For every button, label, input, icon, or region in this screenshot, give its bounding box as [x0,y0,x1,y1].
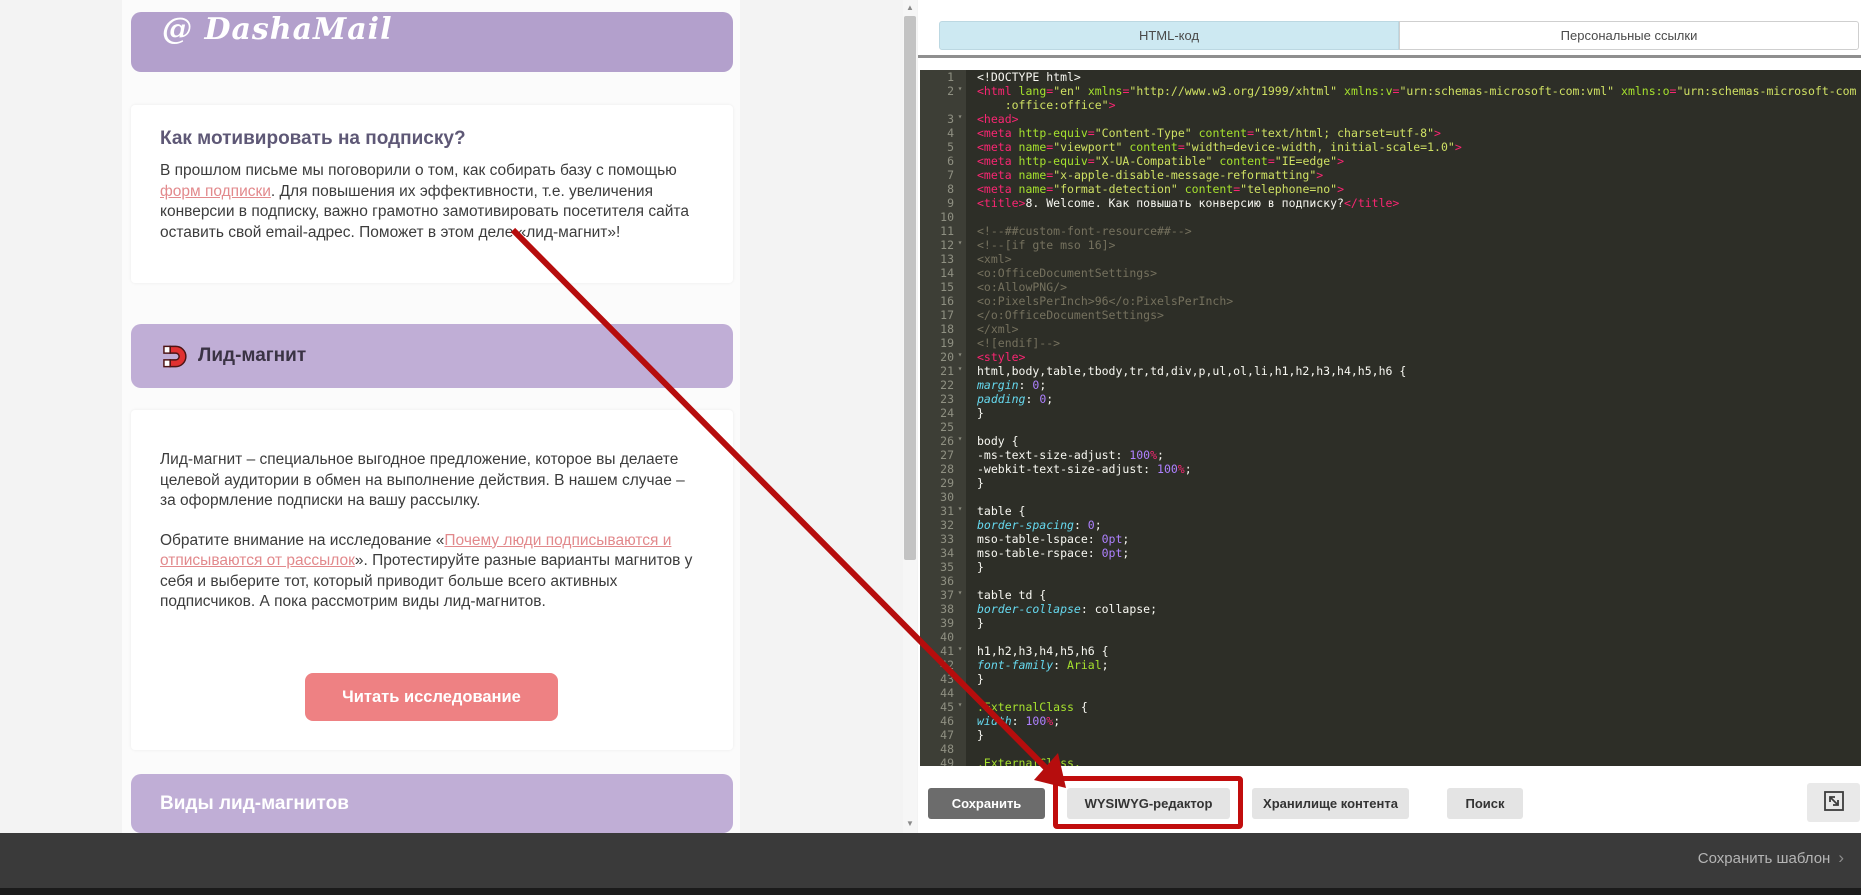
scrollbar-thumb[interactable] [904,16,916,560]
code-line: 15<o:AllowPNG/> [920,280,1861,294]
code-line: 37▾table td { [920,588,1861,602]
wysiwyg-editor-button[interactable]: WYSIWYG-редактор [1067,788,1230,819]
code-line: 4<meta http-equiv="Content-Type" content… [920,126,1861,140]
code-line: 44 [920,686,1861,700]
template-editor-window: @ DashaMail Как мотивировать на подписку… [0,0,1861,895]
code-line: 32border-spacing: 0; [920,518,1861,532]
leadmagnet-section-header: Лид-магнит [131,324,733,388]
save-template-link[interactable]: Сохранить шаблон› [1698,848,1844,868]
code-editor-pane: HTML-код Персональные ссылки 1<!DOCTYPE … [918,0,1861,833]
code-line: 38border-collapse: collapse; [920,602,1861,616]
code-line: 47} [920,728,1861,742]
email-header-block: @ DashaMail [131,12,733,72]
code-line: 34mso-table-rspace: 0pt; [920,546,1861,560]
code-line: :office:office"> [920,98,1861,112]
leadmagnet-content-card: Лид-магнит – специальное выгодное предло… [131,410,733,750]
email-intro-card: Как мотивировать на подписку? В прошлом … [131,105,733,283]
code-line: 24} [920,406,1861,420]
leadmagnet-types-header: Виды лид-магнитов [131,774,733,833]
code-line: 13<xml> [920,252,1861,266]
code-line: 45▾.ExternalClass { [920,700,1861,714]
code-line: 7<meta name="x-apple-disable-message-ref… [920,168,1861,182]
code-line: 8<meta name="format-detection" content="… [920,182,1861,196]
leadmagnet-types-title: Виды лид-магнитов [160,793,349,815]
code-line: 3▾<head> [920,112,1861,126]
save-button[interactable]: Сохранить [928,788,1045,819]
code-line: 46width: 100%; [920,714,1861,728]
code-line: 20▾<style> [920,350,1861,364]
code-line: 31▾table { [920,504,1861,518]
code-line: 22margin: 0; [920,378,1861,392]
code-line: 27-ms-text-size-adjust: 100%; [920,448,1861,462]
code-editor[interactable]: 1<!DOCTYPE html>2▾<html lang="en" xmlns=… [920,70,1861,766]
tab-html-code[interactable]: HTML-код [939,21,1399,50]
code-line: 21▾html,body,table,tbody,tr,td,div,p,ul,… [920,364,1861,378]
code-line: 12▾<!--[if gte mso 16]> [920,238,1861,252]
code-line: 23padding: 0; [920,392,1861,406]
bottom-bar: Сохранить шаблон› [0,833,1861,895]
search-button[interactable]: Поиск [1447,788,1523,819]
expand-button[interactable] [1807,783,1860,822]
code-line: 6<meta http-equiv="X-UA-Compatible" cont… [920,154,1861,168]
code-line: 10 [920,210,1861,224]
dashamail-logo: @ DashaMail [131,12,733,47]
tab-personal-links[interactable]: Персональные ссылки [1399,21,1859,50]
code-line: 35} [920,560,1861,574]
subscription-forms-link[interactable]: форм подписки [160,183,271,200]
read-research-button[interactable]: Читать исследование [305,673,558,721]
code-line: 41▾h1,h2,h3,h4,h5,h6 { [920,644,1861,658]
code-line: 16<o:PixelsPerInch>96</o:PixelsPerInch> [920,294,1861,308]
code-line: 28-webkit-text-size-adjust: 100%; [920,462,1861,476]
research-paragraph: Обратите внимание на исследование «Почем… [131,531,733,613]
code-line: 11<!--##custom-font-resource##--> [920,224,1861,238]
code-line: 17</o:OfficeDocumentSettings> [920,308,1861,322]
email-intro-text: В прошлом письме мы поговорили о том, ка… [131,161,733,243]
code-line: 5<meta name="viewport" content="width=de… [920,140,1861,154]
leadmagnet-section-title: Лид-магнит [198,345,306,367]
magnet-icon [160,343,187,370]
scroll-down-icon[interactable]: ▼ [903,817,917,831]
leadmagnet-paragraph: Лид-магнит – специальное выгодное предло… [131,450,733,512]
code-line: 36 [920,574,1861,588]
preview-scrollbar[interactable]: ▲ ▼ [903,0,917,833]
code-line: 18</xml> [920,322,1861,336]
code-line: 9<title>8. Welcome. Как повышать конверс… [920,196,1861,210]
code-line: 39} [920,616,1861,630]
code-line: 2▾<html lang="en" xmlns="http://www.w3.o… [920,84,1861,98]
code-line: 26▾body { [920,434,1861,448]
code-line: 48 [920,742,1861,756]
code-line: 25 [920,420,1861,434]
scroll-up-icon[interactable]: ▲ [903,1,917,15]
expand-diagonal-icon [1822,789,1846,816]
content-storage-button[interactable]: Хранилище контента [1252,788,1409,819]
code-line: 29} [920,476,1861,490]
code-line: 43} [920,672,1861,686]
code-line: 40 [920,630,1861,644]
email-heading: Как мотивировать на подписку? [131,105,733,150]
code-line: 1<!DOCTYPE html> [920,70,1861,84]
code-line: 14<o:OfficeDocumentSettings> [920,266,1861,280]
code-line: 30 [920,490,1861,504]
code-line: 19<![endif]--> [920,336,1861,350]
tab-divider [918,55,1861,58]
code-line: 49.ExternalClass, [920,756,1861,766]
code-line: 33mso-table-lspace: 0pt; [920,532,1861,546]
chevron-right-icon: › [1838,848,1844,867]
email-preview-pane: @ DashaMail Как мотивировать на подписку… [0,0,918,833]
code-line: 42font-family: Arial; [920,658,1861,672]
